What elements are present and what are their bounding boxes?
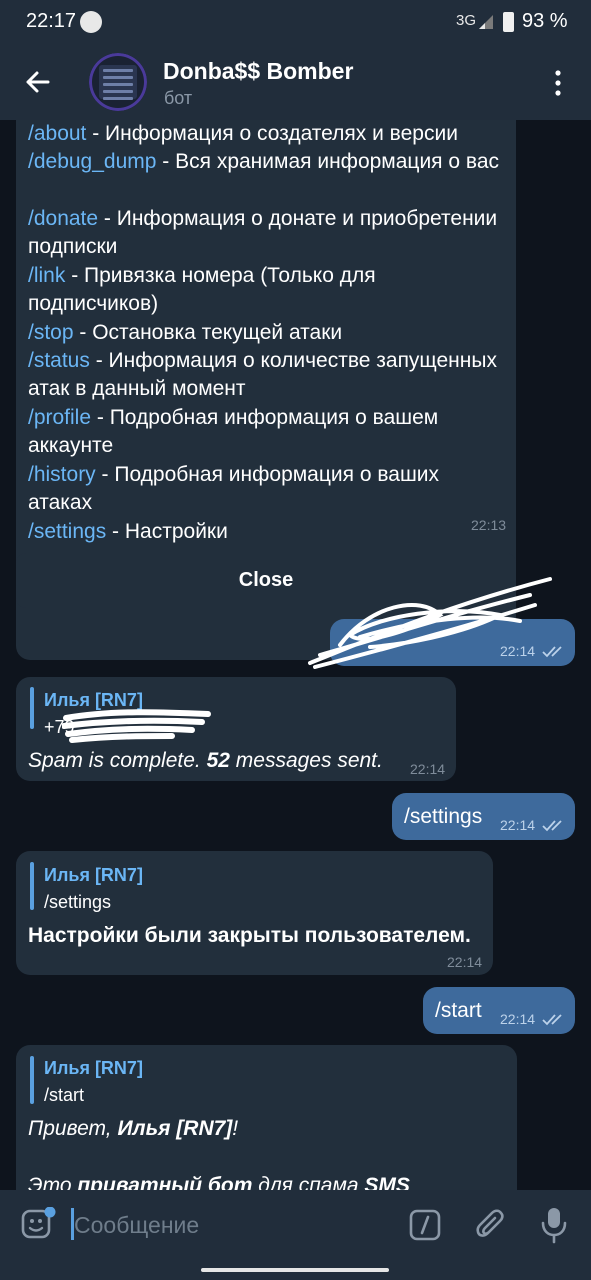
microphone-icon[interactable] xyxy=(538,1205,570,1245)
battery-percent: 93 % xyxy=(522,10,568,32)
message-time: 22:13 xyxy=(471,517,507,533)
message-time: 22:14 xyxy=(500,1011,536,1027)
quote-author: Илья [RN7] xyxy=(44,1058,143,1078)
chat-title[interactable]: Donba$$ Bomber xyxy=(163,58,353,85)
message-input[interactable]: Сообщение xyxy=(74,1212,199,1239)
message-text: Это приватный бот для спама SMS xyxy=(28,1174,410,1190)
status-time: 22:17 xyxy=(26,10,77,32)
command-item: /link - Привязка номера (Только для подп… xyxy=(28,264,376,315)
chat-area[interactable]: /about - Информация о создателях и верси… xyxy=(0,120,591,1190)
message-time: 22:14 xyxy=(410,761,446,777)
command-item: /status - Информация о количестве запуще… xyxy=(28,349,497,400)
quote-author: Илья [RN7] xyxy=(44,865,143,885)
incoming-reply-message: Илья [RN7] /settings Настройки были закр… xyxy=(16,851,493,975)
reply-quote-bar xyxy=(30,1056,34,1104)
battery-icon xyxy=(503,12,514,32)
emoji-icon[interactable] xyxy=(20,1207,56,1243)
home-indicator[interactable] xyxy=(201,1268,389,1272)
message-text: Привет, Илья [RN7]! xyxy=(28,1117,239,1140)
outgoing-message: /start 22:14 xyxy=(423,987,575,1034)
more-vertical-icon[interactable] xyxy=(548,68,568,98)
command-link[interactable]: /history xyxy=(28,463,96,486)
command-link[interactable]: /status xyxy=(28,349,90,372)
message-input-bar: Сообщение xyxy=(0,1190,591,1260)
signal-icon xyxy=(479,15,493,29)
command-link[interactable]: /stop xyxy=(28,321,74,344)
quote-text: /settings xyxy=(44,892,112,912)
command-link[interactable]: /settings xyxy=(28,520,106,543)
quote-text: /start xyxy=(44,1085,85,1105)
redaction-scribble xyxy=(62,709,211,743)
command-item: /stop - Остановка текущей атаки xyxy=(28,321,343,344)
message-time: 22:14 xyxy=(447,954,483,970)
system-nav-bar xyxy=(0,1260,591,1280)
account-icon xyxy=(80,11,102,33)
command-item: /history - Подробная информация о ваших … xyxy=(28,463,440,514)
reply-quote-bar xyxy=(30,687,34,729)
message-time: 22:14 xyxy=(500,817,536,833)
command-item: /about - Информация о создателях и верси… xyxy=(28,122,458,145)
status-bar: 22:17 3G 93 % xyxy=(0,0,591,46)
command-link[interactable]: /about xyxy=(28,122,86,145)
reply-quote-bar xyxy=(30,862,34,910)
command-item: /settings - Настройки xyxy=(28,520,228,543)
message-text: /start xyxy=(435,999,482,1022)
chat-subtitle: бот xyxy=(164,88,193,108)
command-link[interactable]: /donate xyxy=(28,207,98,230)
command-link[interactable]: /debug_dump xyxy=(28,150,156,173)
command-link[interactable]: /link xyxy=(28,264,65,287)
read-checkmarks-icon xyxy=(542,1014,562,1026)
message-text: Spam is complete. 52 messages sent. xyxy=(28,749,383,772)
chat-header: Donba$$ Bomber бот xyxy=(0,46,591,120)
command-item: /debug_dump - Вся хранимая информация о … xyxy=(28,150,499,173)
read-checkmarks-icon xyxy=(542,820,562,832)
incoming-reply-message: Илья [RN7] /start Привет, Илья [RN7]! Эт… xyxy=(16,1045,517,1190)
command-item: /donate - Информация о донате и приобрет… xyxy=(28,207,498,258)
outgoing-message: /settings 22:14 xyxy=(392,793,575,840)
message-text: Настройки были закрыты пользователем. xyxy=(28,924,471,947)
redaction-scribble xyxy=(308,577,552,669)
back-arrow-icon[interactable] xyxy=(20,64,56,100)
bot-avatar[interactable] xyxy=(89,53,147,111)
command-link[interactable]: /profile xyxy=(28,406,91,429)
network-type: 3G xyxy=(456,12,477,29)
attach-paperclip-icon[interactable] xyxy=(474,1207,508,1243)
bot-commands-icon[interactable] xyxy=(409,1209,441,1241)
message-text: /settings xyxy=(404,805,483,828)
command-item: /profile - Подробная информация о вашем … xyxy=(28,406,439,457)
